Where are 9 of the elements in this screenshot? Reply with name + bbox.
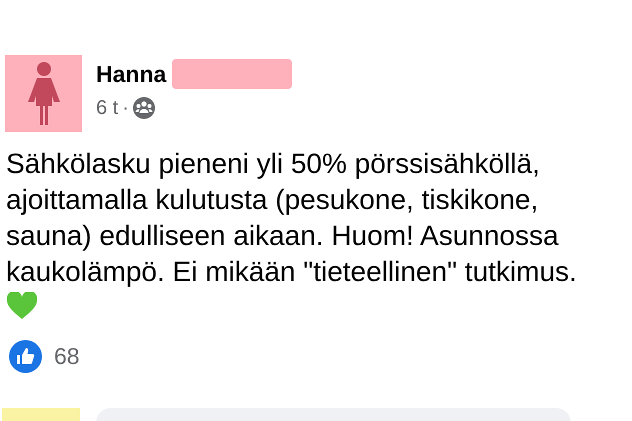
author-name[interactable]: Hanna	[96, 59, 166, 89]
group-audience-icon	[132, 97, 155, 119]
post-time[interactable]: 6 t	[96, 93, 118, 123]
heart-icon	[7, 292, 37, 319]
separator-dot: ·	[122, 96, 129, 121]
post-text: Sähkölasku pieneni yli 50% pörssisähköllä, ajoittamalla kulutusta (pesukone, tiskikone, sauna) edulliseen aikaan. Huom! Asunnossa kaukolämpö. Ei mikään "tieteellinen" tutkimus.	[6, 147, 578, 289]
like-icon[interactable]	[9, 340, 42, 373]
woman-icon	[26, 62, 60, 126]
reaction-count[interactable]: 68	[54, 339, 80, 374]
